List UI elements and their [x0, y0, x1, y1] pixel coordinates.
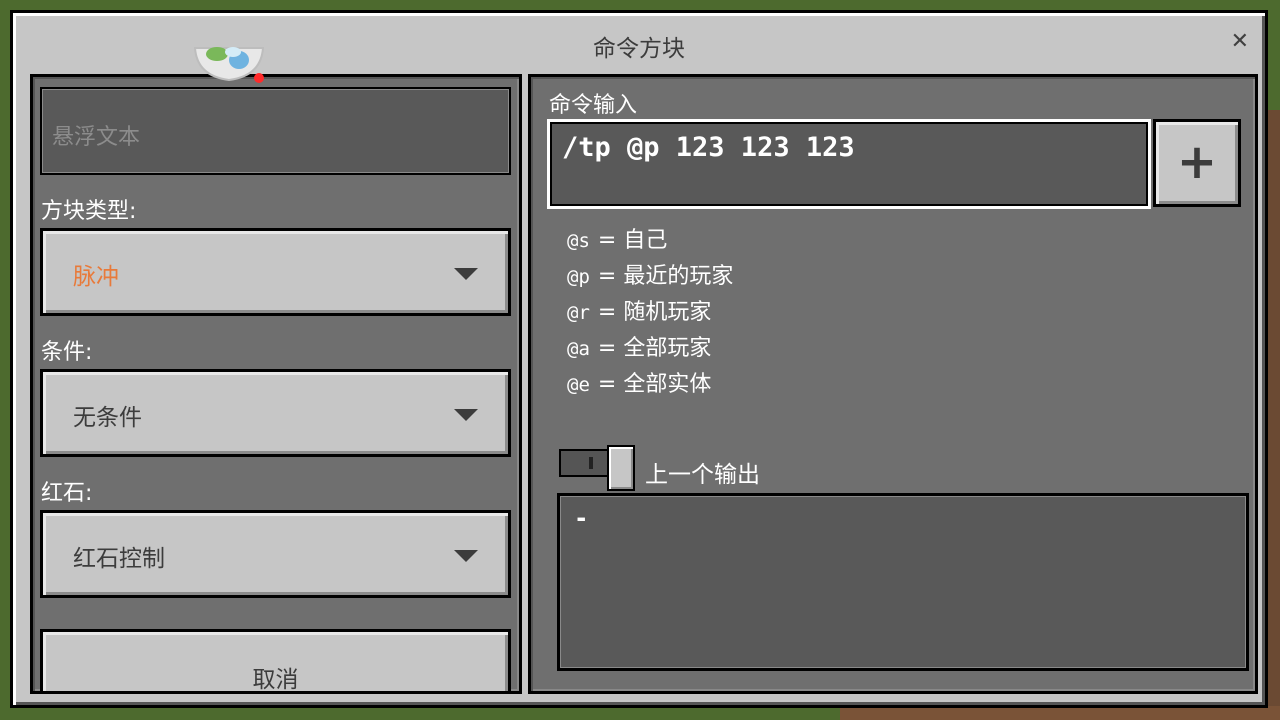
chevron-down-icon	[454, 409, 478, 421]
cancel-button[interactable]: 取消	[40, 629, 511, 691]
chevron-down-icon	[454, 268, 478, 280]
previous-output-field: -	[557, 493, 1249, 671]
previous-output-label: 上一个输出	[645, 462, 760, 488]
bowl-icon	[193, 47, 265, 83]
block-type-dropdown[interactable]: 脉冲	[40, 228, 511, 316]
add-button[interactable]: +	[1153, 119, 1241, 207]
legend-item: @a = 全部玩家	[567, 336, 712, 361]
toggle-knob[interactable]	[607, 445, 635, 491]
plus-icon: +	[1176, 134, 1218, 190]
left-panel: 悬浮文本 方块类型: 脉冲 条件: 无条件 红石: 红石控制 取消	[30, 74, 522, 694]
command-input[interactable]: /tp @p 123 123 123	[547, 119, 1151, 209]
selector-legend: @s = 自己 @p = 最近的玩家 @r = 随机玩家 @a = 全部玩家 @e = 全…	[567, 223, 733, 403]
legend-item: @s = 自己	[567, 228, 668, 253]
redstone-label: 红石:	[41, 481, 93, 506]
close-icon[interactable]: ✕	[1231, 31, 1249, 53]
previous-output-toggle[interactable]	[559, 445, 635, 491]
condition-dropdown[interactable]: 无条件	[40, 369, 511, 457]
command-block-dialog: 命令方块 ✕ 悬浮文本 方块类型: 脉冲 条件: 无条件 红石: 红石控制 取消…	[10, 10, 1268, 708]
block-type-label: 方块类型:	[41, 199, 137, 224]
legend-item: @e = 全部实体	[567, 372, 712, 397]
legend-item: @p = 最近的玩家	[567, 264, 734, 289]
redstone-dropdown[interactable]: 红石控制	[40, 510, 511, 598]
background-dirt-bottom	[840, 706, 1280, 720]
legend-item: @r = 随机玩家	[567, 300, 712, 325]
condition-label: 条件:	[41, 340, 93, 365]
redstone-value: 红石控制	[73, 546, 165, 572]
condition-value: 无条件	[73, 405, 142, 431]
command-input-label: 命令输入	[549, 93, 638, 118]
chevron-down-icon	[454, 550, 478, 562]
block-type-value: 脉冲	[73, 264, 119, 290]
right-panel: 命令输入 /tp @p 123 123 123 + @s = 自己 @p = 最近的…	[528, 74, 1258, 694]
hover-text-input[interactable]: 悬浮文本	[40, 87, 511, 175]
